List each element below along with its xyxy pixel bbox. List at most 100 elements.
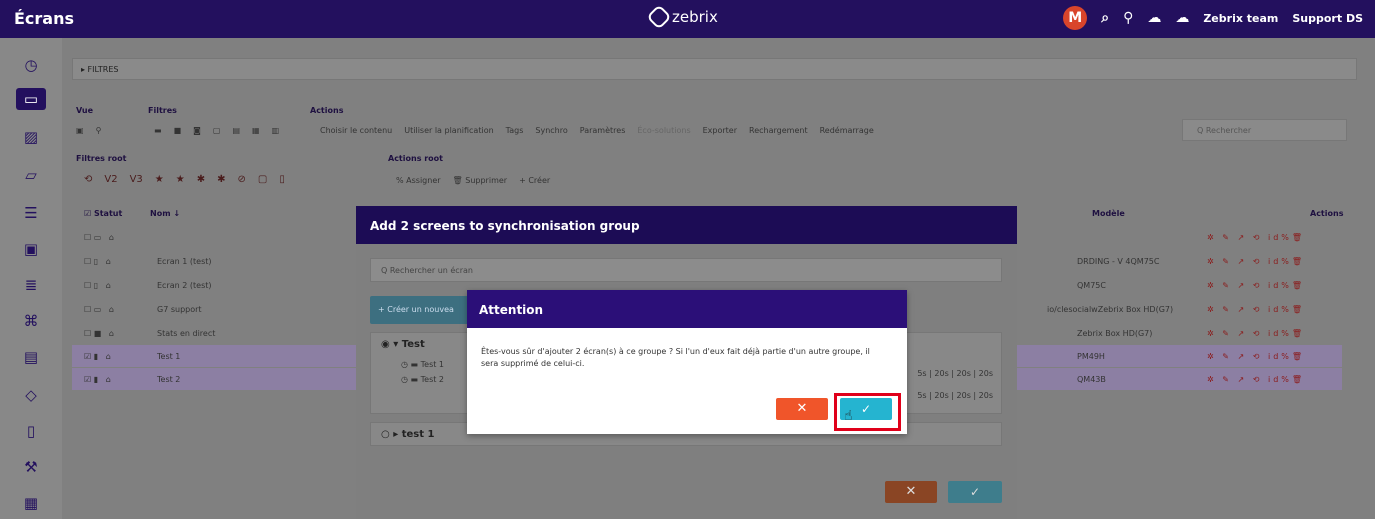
row-actions[interactable]: ✲ ✎ ↗ ⟲ id%🗑: [1207, 257, 1305, 266]
row-actions[interactable]: ✲ ✎ ↗ ⟲ id%🗑: [1207, 352, 1305, 361]
vue-label: Vue: [76, 106, 94, 115]
row-actions[interactable]: ✲ ✎ ↗ ⟲ id%🗑: [1207, 375, 1305, 384]
col-statut-label: Statut: [93, 209, 123, 218]
row-name: Ecran 1 (test): [157, 256, 212, 266]
cloud-upload-icon[interactable]: ☁: [1147, 10, 1161, 26]
brand-name: zebrix: [672, 8, 718, 26]
attention-cancel-button[interactable]: ✕: [776, 398, 828, 420]
row-checkbox[interactable]: ☐ ▭ ⌂: [84, 233, 114, 242]
action-tags[interactable]: Tags: [506, 126, 524, 135]
screens-icon[interactable]: ▭: [16, 88, 46, 110]
action-use-planning[interactable]: Utiliser la planification: [404, 126, 493, 135]
vue-buttons: ▣ ⚲: [76, 126, 101, 135]
filtres-label: Filtres: [148, 106, 177, 115]
group-name: Test: [401, 339, 425, 350]
action-synchro[interactable]: Synchro: [535, 126, 567, 135]
row-model: io/clesocialwZebrix Box HD(G7): [1047, 304, 1174, 314]
folder-icon[interactable]: ▱: [20, 164, 42, 186]
images-icon[interactable]: ▨: [20, 126, 42, 148]
cloud-download-icon[interactable]: ☁: [1175, 10, 1189, 26]
row-checkbox[interactable]: ☑ ▮ ⌂: [84, 375, 111, 384]
filter-screen-icon[interactable]: ▬: [154, 126, 162, 135]
row-model: DRDING - V 4QM75C: [1077, 256, 1160, 266]
sync-dialog-title: Add 2 screens to synchronisation group: [356, 206, 1017, 244]
root-filter-3[interactable]: ★: [155, 174, 164, 185]
building-icon[interactable]: ▤: [20, 346, 42, 368]
support-link[interactable]: Support DS: [1292, 12, 1363, 25]
action-reboot[interactable]: Redémarrage: [820, 126, 874, 135]
brand: zebrix: [646, 4, 718, 30]
row-model: Zebrix Box HD(G7): [1077, 328, 1153, 338]
filter-chip-icon[interactable]: ◙: [193, 126, 201, 135]
root-filter-0[interactable]: ⟲: [84, 174, 92, 185]
root-filter-9[interactable]: ▯: [279, 174, 285, 185]
tag-icon[interactable]: ◇: [20, 384, 42, 406]
team-link[interactable]: Zebrix team: [1203, 12, 1278, 25]
action-export[interactable]: Exporter: [703, 126, 737, 135]
tools-icon[interactable]: ⚲: [1123, 10, 1133, 26]
root-filter-4[interactable]: ★: [176, 174, 185, 185]
row-actions[interactable]: ✲ ✎ ↗ ⟲ id%🗑: [1207, 281, 1305, 290]
action-reload[interactable]: Rechargement: [749, 126, 808, 135]
actions-root-buttons: % Assigner 🗑 Supprimer + Créer: [396, 176, 550, 185]
row-name: Ecran 2 (test): [157, 280, 212, 290]
group-times: 5s | 20s | 20s | 20s: [917, 391, 993, 400]
actions-label: Actions: [310, 106, 344, 115]
sync-cancel-button[interactable]: ✕: [885, 481, 937, 503]
filter-screen-dark-icon[interactable]: ■: [174, 126, 182, 135]
root-filter-7[interactable]: ⊘: [238, 174, 246, 185]
group-item-name: Test 2: [420, 375, 445, 384]
hand-cursor-icon: ☝: [844, 408, 853, 424]
avatar[interactable]: M: [1063, 6, 1088, 30]
screen-search-input[interactable]: Q Rechercher un écran: [370, 258, 1002, 282]
filter-calendar-icon[interactable]: ▥: [272, 126, 280, 135]
filters-toggle[interactable]: ▸ FILTRES: [72, 58, 1357, 80]
left-rail: ◷ ▭ ▨ ▱ ☰ ▣ ≣ ⌘ ▤ ◇ ▯ ⚒ ▦: [0, 38, 62, 519]
row-model: QM43B: [1077, 374, 1106, 384]
row-name: Test 1: [157, 351, 181, 361]
filter-grid-icon[interactable]: ▦: [252, 126, 260, 135]
root-filter-2[interactable]: V3: [130, 174, 143, 185]
create-button[interactable]: + Créer: [519, 176, 550, 185]
row-checkbox[interactable]: ☐ ▭ ⌂: [84, 305, 114, 314]
database-icon[interactable]: ≣: [20, 274, 42, 296]
wrench-view-icon[interactable]: ⚲: [96, 126, 102, 135]
row-checkbox[interactable]: ☐ ▯ ⌂: [84, 281, 111, 290]
row-actions[interactable]: ✲ ✎ ↗ ⟲ id%🗑: [1207, 329, 1305, 338]
root-filter-5[interactable]: ✱: [197, 174, 205, 185]
row-checkbox[interactable]: ☐ ▯ ⌂: [84, 257, 111, 266]
col-modele[interactable]: Modèle: [1092, 209, 1125, 218]
row-actions[interactable]: ✲ ✎ ↗ ⟲ id%🗑: [1207, 233, 1305, 242]
widgets-icon[interactable]: ⌘: [20, 310, 42, 332]
col-statut[interactable]: ☑ Statut: [84, 209, 122, 218]
col-nom[interactable]: Nom ↓: [150, 209, 180, 218]
create-group-button[interactable]: + Créer un nouvea: [370, 296, 480, 324]
search-input[interactable]: Q Rechercher: [1182, 119, 1347, 141]
device-icon[interactable]: ▯: [20, 420, 42, 442]
server-icon[interactable]: ▦: [20, 492, 42, 514]
root-filter-6[interactable]: ✱: [217, 174, 225, 185]
sync-confirm-button[interactable]: ✓: [948, 481, 1002, 503]
page-title: Écrans: [14, 9, 75, 28]
grid-view-icon[interactable]: ▣: [76, 126, 84, 135]
delete-button[interactable]: 🗑 Supprimer: [453, 176, 508, 185]
calendar-icon[interactable]: ▣: [20, 238, 42, 260]
action-eco[interactable]: Éco-solutions: [637, 126, 690, 135]
root-filter-8[interactable]: ▢: [258, 174, 267, 185]
filter-box-icon[interactable]: ▤: [232, 126, 240, 135]
playlist-icon[interactable]: ☰: [20, 202, 42, 224]
action-choose-content[interactable]: Choisir le contenu: [320, 126, 392, 135]
tools-icon[interactable]: ⚒: [20, 456, 42, 478]
row-name: Stats en direct: [157, 328, 216, 338]
row-model: PM49H: [1077, 351, 1105, 361]
action-parametres[interactable]: Paramètres: [580, 126, 626, 135]
row-checkbox[interactable]: ☑ ▮ ⌂: [84, 352, 111, 361]
assign-button[interactable]: % Assigner: [396, 176, 441, 185]
search-icon[interactable]: ⌕: [1101, 10, 1109, 26]
filter-monitor-icon[interactable]: ▢: [213, 126, 221, 135]
filter-buttons: ▬ ■ ◙ ▢ ▤ ▦ ▥: [154, 126, 279, 135]
row-actions[interactable]: ✲ ✎ ↗ ⟲ id%🗑: [1207, 305, 1305, 314]
root-filter-1[interactable]: V2: [104, 174, 117, 185]
row-checkbox[interactable]: ☐ ■ ⌂: [84, 329, 114, 338]
dashboard-icon[interactable]: ◷: [20, 54, 42, 76]
